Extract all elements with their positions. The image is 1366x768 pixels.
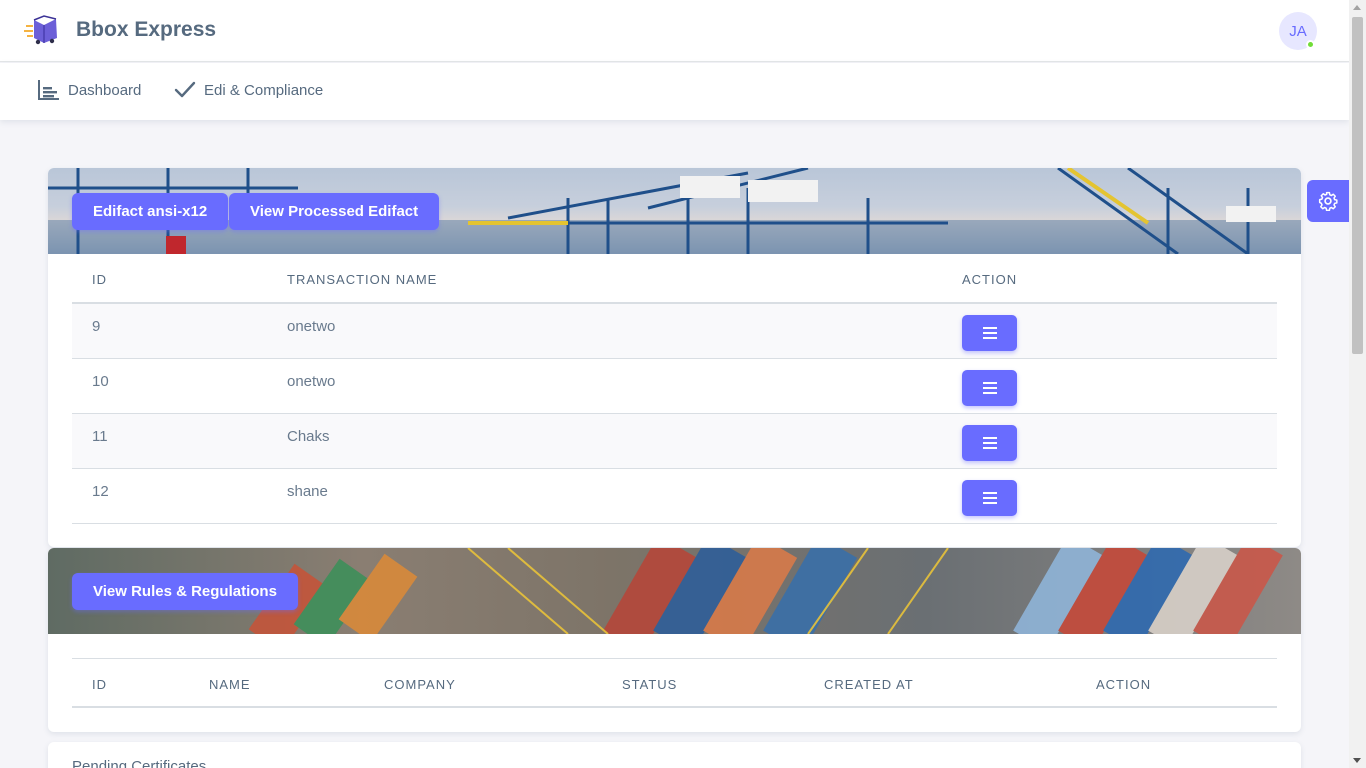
user-avatar[interactable]: JA bbox=[1279, 12, 1317, 50]
cell-id: 9 bbox=[92, 318, 101, 335]
horizontal-menu: Dashboard Edi & Compliance bbox=[0, 63, 1349, 120]
cell-id: 12 bbox=[92, 483, 109, 500]
menu-lines-icon bbox=[982, 382, 997, 394]
pending-certificates-card: Pending Certificates bbox=[48, 742, 1301, 768]
page-scrollbar[interactable] bbox=[1349, 0, 1366, 768]
table-row: 11 Chaks bbox=[72, 414, 1277, 469]
row-action-menu-button[interactable] bbox=[962, 315, 1017, 351]
column-header-created-at: CREATED AT bbox=[824, 677, 914, 692]
menu-lines-icon bbox=[982, 327, 997, 339]
menu-item-dashboard[interactable]: Dashboard bbox=[37, 79, 141, 101]
column-header-id: ID bbox=[92, 272, 107, 287]
button-label: View Processed Edifact bbox=[250, 203, 419, 220]
column-header-status: STATUS bbox=[622, 677, 678, 692]
cell-transaction-name: shane bbox=[287, 483, 328, 500]
gear-icon bbox=[1318, 191, 1338, 211]
cell-id: 11 bbox=[92, 428, 108, 445]
check-icon bbox=[174, 81, 196, 98]
column-header-action: ACTION bbox=[1096, 677, 1152, 692]
transactions-table: ID TRANSACTION NAME ACTION 9 onetwo 10 o… bbox=[72, 254, 1277, 524]
button-label: View Rules & Regulations bbox=[93, 583, 277, 600]
cell-transaction-name: onetwo bbox=[287, 373, 336, 390]
table-body: 9 onetwo 10 onetwo 11 Chaks 12 shane bbox=[72, 304, 1277, 524]
cell-transaction-name: Chaks bbox=[287, 428, 330, 445]
row-action-menu-button[interactable] bbox=[962, 425, 1017, 461]
brand-name: Bbox Express bbox=[76, 18, 217, 41]
menu-item-label: Dashboard bbox=[68, 81, 142, 99]
menu-lines-icon bbox=[982, 492, 997, 504]
menu-item-label: Edi & Compliance bbox=[204, 81, 324, 99]
table-row: 12 shane bbox=[72, 469, 1277, 524]
rules-table: ID NAME COMPANY STATUS CREATED AT ACTION bbox=[72, 658, 1277, 708]
menu-lines-icon bbox=[982, 437, 997, 449]
scrollbar-thumb[interactable] bbox=[1352, 17, 1363, 354]
row-action-menu-button[interactable] bbox=[962, 480, 1017, 516]
settings-customizer-button[interactable] bbox=[1307, 180, 1349, 222]
cell-id: 10 bbox=[92, 373, 109, 390]
brand[interactable]: Bbox Express bbox=[24, 14, 216, 46]
button-label: Edifact ansi-x12 bbox=[93, 203, 208, 220]
containers-aerial-banner-image: View Rules & Regulations bbox=[48, 548, 1301, 634]
rules-regulations-card: View Rules & Regulations ID NAME COMPANY… bbox=[48, 548, 1301, 732]
row-action-menu-button[interactable] bbox=[962, 370, 1017, 406]
table-row: 9 onetwo bbox=[72, 304, 1277, 359]
column-header-name: NAME bbox=[209, 677, 251, 692]
table-row: 10 onetwo bbox=[72, 359, 1277, 414]
top-navbar: Bbox Express JA bbox=[0, 0, 1349, 62]
table-header: ID NAME COMPANY STATUS CREATED AT ACTION bbox=[72, 658, 1277, 708]
menu-item-edi-compliance[interactable]: Edi & Compliance bbox=[174, 79, 323, 101]
cell-transaction-name: onetwo bbox=[287, 318, 336, 335]
brand-logo-icon bbox=[24, 15, 57, 45]
view-rules-regulations-button[interactable]: View Rules & Regulations bbox=[72, 573, 298, 610]
table-header: ID TRANSACTION NAME ACTION bbox=[72, 254, 1277, 304]
bar-chart-icon bbox=[38, 80, 59, 100]
scroll-up-arrow-icon[interactable] bbox=[1353, 5, 1361, 10]
column-header-company: COMPANY bbox=[384, 677, 456, 692]
view-processed-edifact-button[interactable]: View Processed Edifact bbox=[229, 193, 440, 230]
column-header-id: ID bbox=[92, 677, 107, 692]
column-header-action: ACTION bbox=[962, 272, 1018, 287]
online-status-dot bbox=[1306, 40, 1315, 49]
scroll-down-arrow-icon[interactable] bbox=[1353, 758, 1361, 763]
edifact-card: Edifact ansi-x12 View Processed Edifact … bbox=[48, 168, 1301, 547]
edifact-ansi-x12-button[interactable]: Edifact ansi-x12 bbox=[72, 193, 229, 230]
column-header-transaction-name: TRANSACTION NAME bbox=[287, 272, 438, 287]
pending-certificates-title: Pending Certificates bbox=[72, 758, 207, 768]
port-cranes-banner-image: Edifact ansi-x12 View Processed Edifact bbox=[48, 168, 1301, 254]
avatar-initials: JA bbox=[1289, 22, 1307, 40]
